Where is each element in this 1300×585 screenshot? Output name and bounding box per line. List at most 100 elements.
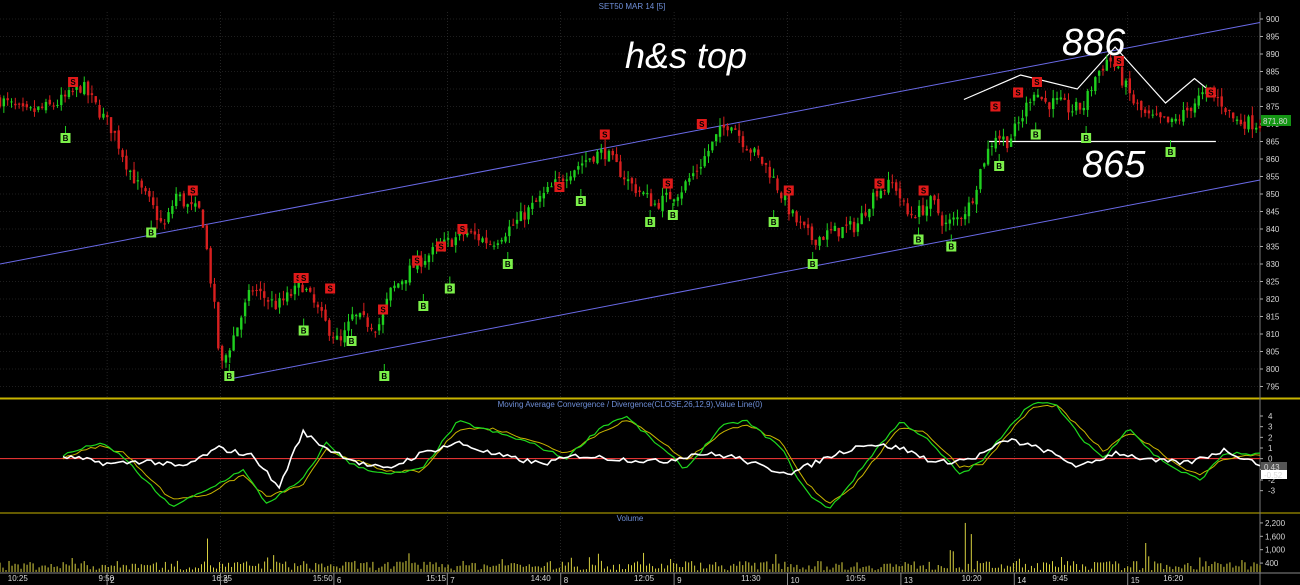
candle-body (293, 285, 297, 295)
candle-body (469, 231, 473, 233)
candle-body (144, 188, 147, 192)
candle-body (734, 128, 737, 130)
candle-body (159, 218, 163, 222)
candle-body (232, 335, 235, 351)
candle-body (140, 180, 143, 188)
candle-body (113, 130, 117, 133)
candle-body (427, 255, 431, 263)
candle-body (305, 288, 308, 291)
candle-body (25, 104, 29, 108)
candle-body (393, 285, 396, 289)
candle-body (573, 170, 576, 178)
candle-body (515, 219, 519, 224)
candle-body (136, 180, 140, 182)
candle-body (653, 203, 657, 205)
candle-body (607, 150, 611, 162)
candle-body (1029, 102, 1032, 104)
candle-body (1117, 66, 1120, 68)
sell-signal-marker: S (68, 77, 79, 87)
candle-body (822, 236, 825, 240)
candle-body (1166, 116, 1170, 123)
candle-body (1048, 102, 1051, 110)
candle-body (986, 148, 990, 165)
candle-body (17, 103, 21, 105)
candle-body (711, 141, 714, 151)
candle-body (129, 170, 132, 172)
sell-signal-marker: S (990, 101, 1001, 112)
candle-body (320, 307, 323, 311)
candle-body (67, 90, 71, 97)
candle-body (1216, 97, 1220, 99)
macd-tick-label: 3 (1268, 423, 1273, 432)
candle-body (684, 181, 687, 191)
candle-body (155, 206, 159, 221)
candle-body (1251, 115, 1254, 130)
candle-body (580, 163, 584, 166)
candle-body (592, 156, 595, 162)
sell-signal-label: S (993, 103, 999, 112)
candle-body (833, 225, 837, 231)
candle-body (626, 179, 630, 182)
candle-body (190, 202, 193, 205)
candle-body (688, 178, 691, 182)
candle-body (151, 197, 155, 206)
time-axis-label: 14:40 (531, 574, 552, 583)
candle-body (511, 224, 515, 226)
sell-signal-label: S (921, 187, 927, 196)
candle-body (481, 238, 484, 243)
price-tick-label: 810 (1266, 330, 1280, 339)
candle-body (1143, 109, 1147, 114)
candle-body (14, 103, 17, 106)
candle-body (29, 107, 32, 109)
candle-body (772, 176, 775, 178)
candle-body (98, 104, 101, 118)
candle-body (508, 226, 511, 237)
candle-body (676, 197, 680, 201)
sell-signal-marker: S (378, 304, 389, 315)
candle-body (531, 202, 534, 209)
candle-body (810, 226, 814, 241)
candle-body (753, 148, 756, 153)
candle-body (906, 203, 909, 215)
time-axis-label: 12:05 (634, 574, 655, 583)
candle-body (48, 99, 51, 105)
candle-body (1201, 92, 1204, 95)
candle-body (745, 149, 749, 151)
candle-body (354, 314, 358, 317)
candle-body (665, 192, 668, 195)
candle-body (1082, 107, 1086, 111)
day-axis-label: 8 (564, 576, 569, 585)
price-tick-label: 830 (1266, 260, 1280, 269)
candle-body (339, 336, 343, 341)
candle-body (1228, 109, 1231, 111)
time-axis-label: 10:55 (846, 574, 867, 583)
candle-body (477, 233, 480, 241)
candle-body (1071, 111, 1074, 113)
candle-body (550, 186, 553, 188)
candle-body (803, 221, 806, 226)
candle-body (971, 201, 974, 203)
sell-signal-label: S (380, 306, 386, 315)
candle-body (347, 321, 350, 331)
candle-body (795, 211, 798, 223)
candle-body (450, 239, 454, 247)
day-axis-label: 15 (1131, 576, 1140, 585)
candle-body (404, 280, 408, 284)
candle-body (902, 200, 906, 202)
candle-body (194, 203, 197, 207)
candle-body (1220, 96, 1223, 107)
candle-body (1078, 102, 1082, 110)
candle-body (538, 195, 542, 202)
time-axis-label: 16:25 (212, 574, 233, 583)
candle-body (0, 97, 2, 107)
sell-signal-marker: S (298, 273, 309, 283)
candle-body (2, 98, 6, 107)
candle-body (741, 136, 745, 148)
candle-body (933, 195, 936, 201)
buy-signal-label: B (1168, 148, 1174, 157)
candle-body (600, 149, 603, 153)
price-tick-label: 880 (1266, 85, 1280, 94)
candle-body (944, 222, 948, 225)
candle-body (259, 288, 262, 292)
price-tick-label: 855 (1266, 173, 1280, 182)
